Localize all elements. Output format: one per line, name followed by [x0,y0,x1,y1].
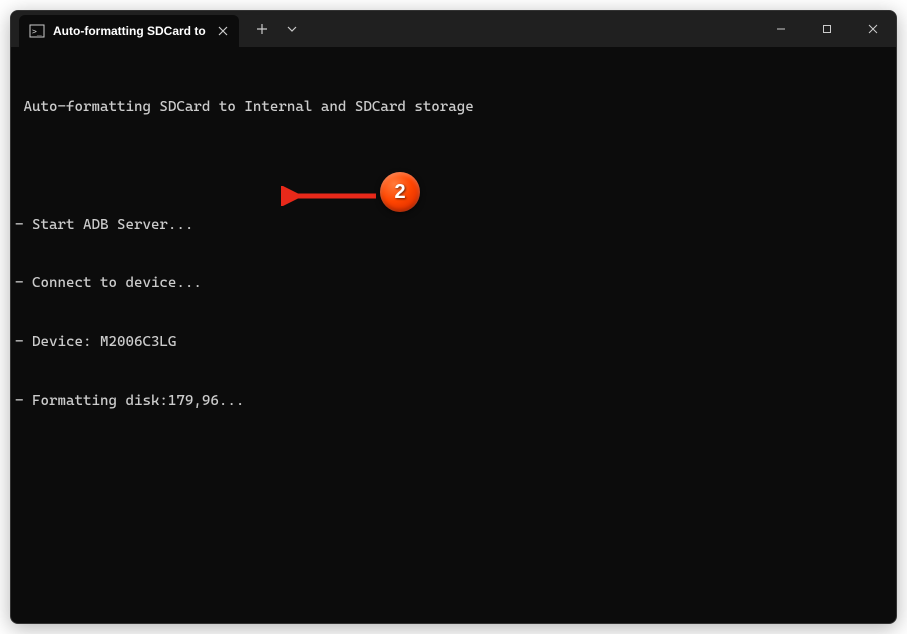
tab-dropdown-button[interactable] [277,14,307,44]
tab-close-button[interactable] [215,23,231,39]
terminal-blank-line [15,157,892,177]
terminal-line: - Formatting disk:179,96... [15,392,892,412]
new-tab-button[interactable] [247,14,277,44]
terminal-header-line: Auto-formatting SDCard to Internal and S… [15,98,892,118]
terminal-window: >_ Auto-formatting SDCard to In Aut [10,10,897,624]
terminal-line: - Start ADB Server... [15,216,892,236]
tab-active[interactable]: >_ Auto-formatting SDCard to In [19,15,239,47]
terminal-icon: >_ [29,23,45,39]
terminal-output[interactable]: Auto-formatting SDCard to Internal and S… [11,47,896,462]
window-controls [758,11,896,47]
svg-text:>_: >_ [32,27,42,36]
terminal-line: - Connect to device... [15,274,892,294]
tab-title: Auto-formatting SDCard to In [53,24,209,38]
close-window-button[interactable] [850,11,896,47]
minimize-button[interactable] [758,11,804,47]
maximize-button[interactable] [804,11,850,47]
terminal-line: - Device: M2006C3LG [15,333,892,353]
titlebar: >_ Auto-formatting SDCard to In [11,11,896,47]
